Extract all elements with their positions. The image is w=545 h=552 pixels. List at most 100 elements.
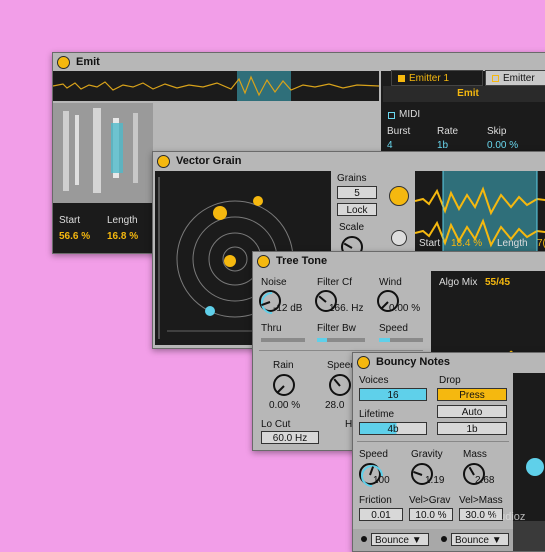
bouncy-notes-display-svg [513, 458, 545, 551]
filter-cf-label: Filter Cf [317, 277, 352, 288]
midi-label: MIDI [399, 109, 421, 120]
friction-value-box[interactable]: 0.01 [359, 508, 403, 521]
voices-label: Voices [359, 375, 389, 386]
gravity-label: Gravity [411, 449, 443, 460]
grain-orb-3 [224, 255, 236, 267]
voices-value-box[interactable]: 16 [359, 388, 427, 401]
velgrav-value-box[interactable]: 10.0 % [409, 508, 453, 521]
noise-value: -12 dB [273, 303, 303, 314]
locut-value-box[interactable]: 60.0 Hz [261, 431, 319, 444]
thru-slider[interactable] [261, 338, 305, 342]
skip-label: Skip [487, 126, 507, 137]
rate-value[interactable]: 1b [437, 140, 448, 151]
vg-start-label: Start [419, 238, 441, 249]
drop-rate-box[interactable]: 1b [437, 422, 507, 435]
burst-value[interactable]: 4 [387, 140, 393, 151]
tab-emitter-1-label: Emitter 1 [409, 73, 450, 84]
velgrav-label: Vel>Grav [409, 495, 451, 506]
emit-length-value[interactable]: 16.8 % [107, 231, 138, 242]
algo-mix-value[interactable]: 55/45 [485, 277, 510, 288]
emit-title-bar: Emit [53, 53, 545, 71]
bouncy-notes-power-icon[interactable] [357, 355, 370, 369]
emit-spectrogram[interactable] [53, 103, 153, 203]
emit-power-icon[interactable] [57, 55, 70, 69]
vector-grain-waveform-toggle[interactable] [389, 186, 409, 206]
tree-tone-divider [259, 350, 423, 351]
emitter-1-square-icon [398, 74, 405, 82]
bouncy-notes-device: Bouncy Notes Voices 16 Lifetime 4b Drop … [352, 352, 545, 552]
emit-start-label: Start [59, 215, 81, 226]
drop-label: Drop [439, 375, 461, 386]
lifetime-value-box[interactable]: 4b [359, 422, 427, 435]
grains-label: Grains [337, 173, 367, 184]
vg-start-value[interactable]: 18.4 % [451, 238, 482, 249]
bouncy-notes-title: Bouncy Notes [376, 356, 450, 368]
speed2-knob[interactable] [329, 374, 351, 396]
speed-label: Speed [379, 323, 408, 334]
auto-button[interactable]: Auto [437, 405, 507, 418]
emit-spectrogram-svg [53, 103, 153, 203]
vg-length-label: Length [497, 238, 528, 249]
wind-value: 0.00 % [389, 303, 421, 314]
emit-mode-button[interactable]: Emit [383, 86, 545, 102]
rate-label: Rate [437, 126, 459, 137]
bouncy-notes-divider [357, 441, 509, 442]
bouncy-notes-title-bar: Bouncy Notes [353, 353, 545, 371]
emit-start-value[interactable]: 56.6 % [59, 231, 90, 242]
thru-label: Thru [261, 323, 282, 334]
grain-orb-1 [213, 206, 227, 220]
mode-left-select[interactable]: Bounce ▼ [371, 533, 429, 546]
vector-grain-title: Vector Grain [176, 155, 242, 167]
tree-tone-title-bar: Tree Tone [253, 252, 545, 270]
press-button[interactable]: Press [437, 388, 507, 401]
mode-right-select[interactable]: Bounce ▼ [451, 533, 509, 546]
grain-orb-4 [205, 306, 215, 316]
algo-mix-label: Algo Mix [439, 277, 478, 288]
filter-cf-value: 166. Hz [329, 303, 364, 314]
grains-value-box[interactable]: 5 [337, 186, 377, 199]
lock-button[interactable]: Lock [337, 203, 377, 216]
scale-label: Scale [339, 222, 365, 233]
vg-length-value[interactable]: 7( [537, 238, 545, 249]
tab-emitter-1[interactable]: Emitter 1 [391, 70, 483, 86]
mode-left-label: Bounce [375, 535, 409, 546]
vector-grain-title-bar: Vector Grain [153, 152, 545, 170]
mass-value: 2.68 [475, 475, 495, 486]
grain-orb-2 [253, 196, 263, 206]
rain-knob[interactable] [273, 374, 295, 396]
rain-value: 0.00 % [269, 400, 301, 411]
emit-bottom-panel [53, 203, 153, 253]
speed-slider[interactable] [379, 338, 423, 342]
tab-emitter-2[interactable]: Emitter [485, 70, 545, 86]
locut-label: Lo Cut [261, 419, 291, 430]
burst-label: Burst [387, 126, 411, 137]
gravity-value: 1.19 [425, 475, 445, 486]
filter-bw-label: Filter Bw [317, 323, 356, 334]
velmass-label: Vel>Mass [459, 495, 503, 506]
tab-emitter-2-label: Emitter [503, 73, 535, 84]
watermark: audioz [493, 511, 526, 523]
mode-right-label: Bounce [455, 535, 489, 546]
tree-tone-title: Tree Tone [276, 255, 328, 267]
midi-checkbox[interactable] [388, 112, 395, 119]
skip-value[interactable]: 0.00 % [487, 140, 518, 151]
bn-speed-value: 100 [373, 475, 390, 486]
noise-label: Noise [261, 277, 287, 288]
friction-label: Friction [359, 495, 392, 506]
rain-label: Rain [273, 360, 294, 371]
emit-overview-svg [53, 71, 380, 101]
emit-title: Emit [76, 56, 100, 68]
vector-grain-mix-toggle[interactable] [391, 230, 407, 246]
emitter-2-square-icon [492, 74, 499, 82]
bn-speed-label: Speed [359, 449, 388, 460]
mass-label: Mass [463, 449, 487, 460]
right-dot-icon [441, 536, 447, 542]
lifetime-label: Lifetime [359, 409, 395, 420]
tree-tone-power-icon[interactable] [257, 254, 270, 268]
wind-label: Wind [379, 277, 402, 288]
filter-bw-slider[interactable] [317, 338, 365, 342]
left-dot-icon [361, 536, 367, 542]
bouncy-notes-display[interactable] [513, 373, 545, 551]
vector-grain-power-icon[interactable] [157, 154, 170, 168]
emit-waveform-overview[interactable] [53, 71, 380, 101]
